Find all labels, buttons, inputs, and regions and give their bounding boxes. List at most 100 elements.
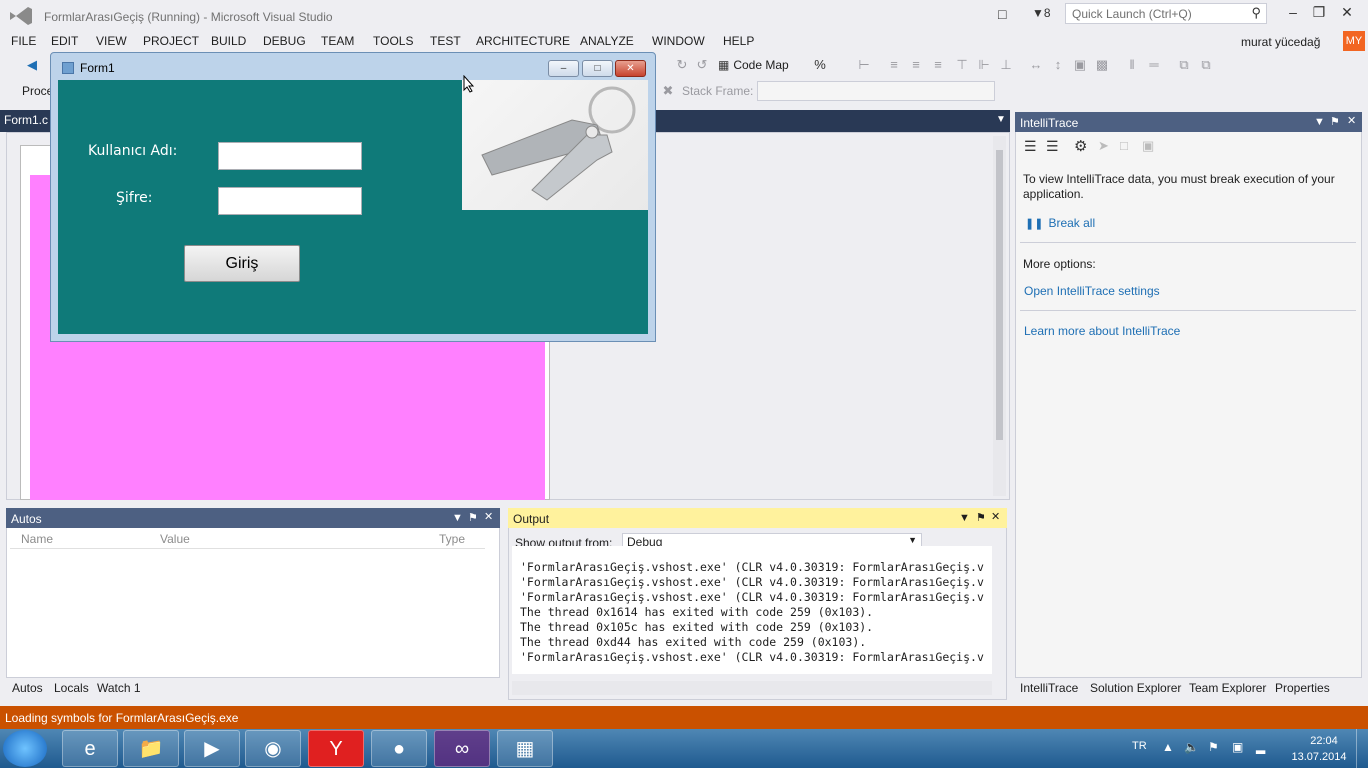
spacing-v-icon[interactable]: ═ (1146, 57, 1162, 73)
list-view-icon[interactable]: ☰ (1024, 138, 1037, 155)
pin-icon[interactable]: ⚑ (468, 511, 478, 524)
form1-minimize-button[interactable]: – (548, 60, 579, 77)
chrome-icon[interactable]: ◉ (245, 730, 301, 767)
close-icon[interactable]: ✕ (991, 510, 1000, 523)
open-settings-link[interactable]: Open IntelliTrace settings (1024, 284, 1160, 298)
tab-autos[interactable]: Autos (12, 681, 43, 695)
menu-project[interactable]: PROJECT (143, 34, 199, 48)
output-horizontal-scrollbar[interactable] (512, 681, 992, 695)
thread-icon[interactable]: ✖ (660, 83, 676, 99)
break-all-link[interactable]: ❚❚ Break all (1025, 216, 1095, 230)
user-name[interactable]: murat yücedağ (1241, 35, 1320, 49)
obs-icon[interactable]: ● (371, 730, 427, 767)
maximize-button[interactable]: ❐ (1306, 4, 1332, 24)
menu-architecture[interactable]: ARCHITECTURE (476, 34, 570, 48)
tab-team-explorer[interactable]: Team Explorer (1189, 681, 1266, 695)
align-bottom-icon[interactable]: ⊥ (998, 57, 1014, 73)
spacing-h-icon[interactable]: ‖ (1124, 57, 1140, 73)
chevron-down-icon[interactable]: ▼ (452, 512, 463, 524)
same-size-icon[interactable]: ▣ (1072, 57, 1088, 73)
close-icon[interactable]: ✕ (1347, 114, 1356, 127)
tab-intellitrace[interactable]: IntelliTrace (1020, 681, 1078, 695)
tab-locals[interactable]: Locals (54, 681, 89, 695)
tab-solution-explorer[interactable]: Solution Explorer (1090, 681, 1181, 695)
percent-icon[interactable]: % (812, 57, 828, 73)
pin-icon[interactable]: ⚑ (976, 511, 986, 524)
chevron-down-icon[interactable]: ▼ (1314, 116, 1325, 128)
save-icon[interactable]: ▣ (1142, 138, 1154, 154)
close-icon[interactable]: ✕ (484, 510, 493, 523)
gear-icon[interactable]: ⚙ (1074, 137, 1087, 155)
tab-properties[interactable]: Properties (1275, 681, 1330, 695)
notification-filter[interactable]: ▼ 8 (1032, 6, 1051, 20)
menu-file[interactable]: FILE (11, 34, 36, 48)
form1-taskbar-icon[interactable]: ▦ (497, 730, 553, 767)
start-button[interactable] (3, 730, 47, 767)
password-field[interactable] (218, 187, 362, 215)
media-player-icon[interactable]: ▶ (184, 730, 240, 767)
bring-front-icon[interactable]: ⧉ (1176, 57, 1192, 73)
tab-watch1[interactable]: Watch 1 (97, 681, 141, 695)
security-icon[interactable]: ▣ (1232, 740, 1243, 754)
menu-debug[interactable]: DEBUG (263, 34, 306, 48)
align-right-icon[interactable]: ≡ (930, 57, 946, 73)
form1-maximize-button[interactable]: □ (582, 60, 613, 77)
show-desktop-button[interactable] (1356, 729, 1368, 768)
redo-icon[interactable]: ↺ (694, 57, 710, 73)
code-map-button[interactable]: ▦ Code Map (718, 58, 789, 72)
column-type[interactable]: Type (439, 532, 465, 546)
clock-date[interactable]: 13.07.2014 (1290, 751, 1348, 763)
tab-form1-designer[interactable]: Form1.c (4, 113, 48, 127)
menu-team[interactable]: TEAM (321, 34, 354, 48)
align-icon[interactable]: ⊢ (856, 57, 872, 73)
close-button[interactable]: ✕ (1334, 4, 1360, 24)
send-back-icon[interactable]: ⧉ (1198, 57, 1214, 73)
refresh-icon[interactable]: ↻ (674, 57, 690, 73)
learn-more-link[interactable]: Learn more about IntelliTrace (1024, 324, 1180, 338)
menu-window[interactable]: WINDOW (652, 34, 705, 48)
pin-icon[interactable]: ⚑ (1330, 115, 1340, 128)
menu-edit[interactable]: EDIT (51, 34, 78, 48)
calls-view-icon[interactable]: ☰ (1046, 138, 1059, 155)
forward-icon[interactable]: ➤ (1098, 138, 1109, 154)
grid-icon[interactable]: ▩ (1094, 57, 1110, 73)
stack-frame-select[interactable] (757, 81, 995, 101)
open-icon[interactable]: □ (1120, 138, 1128, 153)
form1-close-button[interactable]: ✕ (615, 60, 646, 77)
chevron-down-icon[interactable]: ▼ (996, 114, 1006, 125)
same-width-icon[interactable]: ↔ (1028, 57, 1044, 73)
language-indicator[interactable]: TR (1132, 740, 1147, 752)
notifications-icon[interactable]: □ (998, 6, 1006, 22)
internet-explorer-icon[interactable]: e (62, 730, 118, 767)
back-icon[interactable]: ◀ (24, 57, 40, 73)
username-field[interactable] (218, 142, 362, 170)
avatar[interactable]: MY (1343, 31, 1365, 51)
same-height-icon[interactable]: ↕ (1050, 57, 1066, 73)
align-middle-icon[interactable]: ⊩ (976, 57, 992, 73)
network-icon[interactable]: ▂ (1256, 740, 1265, 754)
menu-test[interactable]: TEST (430, 34, 461, 48)
file-explorer-icon[interactable]: 📁 (123, 730, 179, 767)
align-left-icon[interactable]: ≡ (886, 57, 902, 73)
volume-icon[interactable]: 🔈 (1184, 740, 1199, 754)
column-name[interactable]: Name (21, 532, 53, 546)
show-hidden-icons-icon[interactable]: ▲ (1162, 740, 1174, 754)
action-center-icon[interactable]: ⚑ (1208, 740, 1219, 754)
minimize-button[interactable]: – (1280, 4, 1306, 24)
menu-build[interactable]: BUILD (211, 34, 246, 48)
quick-launch-input[interactable]: Quick Launch (Ctrl+Q) ⚲ (1065, 3, 1267, 24)
menu-view[interactable]: VIEW (96, 34, 127, 48)
align-center-icon[interactable]: ≡ (908, 57, 924, 73)
align-top-icon[interactable]: ⊤ (954, 57, 970, 73)
login-button[interactable]: Giriş (184, 245, 300, 282)
chevron-down-icon[interactable]: ▼ (959, 512, 970, 524)
menu-help[interactable]: HELP (723, 34, 754, 48)
column-value[interactable]: Value (160, 532, 190, 546)
designer-scroll-thumb[interactable] (996, 150, 1003, 440)
clock-time[interactable]: 22:04 (1300, 735, 1348, 747)
menu-analyze[interactable]: ANALYZE (580, 34, 634, 48)
visual-studio-taskbar-icon[interactable]: ∞ (434, 730, 490, 767)
yandex-icon[interactable]: Y (308, 730, 364, 767)
divider (1020, 242, 1356, 243)
menu-tools[interactable]: TOOLS (373, 34, 413, 48)
